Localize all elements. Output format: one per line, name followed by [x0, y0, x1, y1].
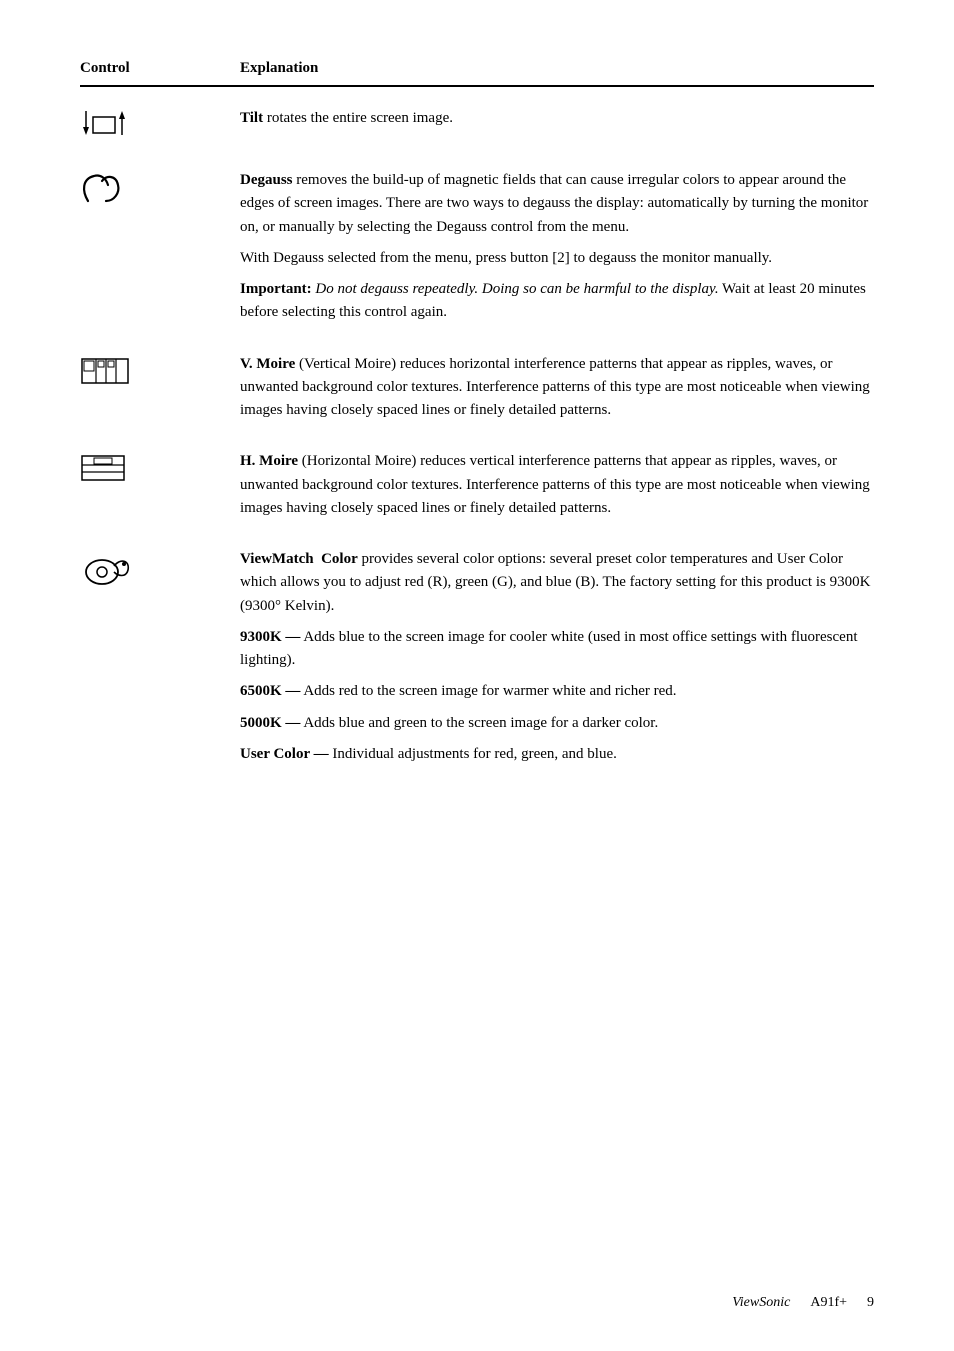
footer: ViewSonic A91f+ 9: [732, 1295, 874, 1311]
vmoire-text: V. Moire (Vertical Moire) reduces horizo…: [240, 353, 874, 423]
viewmatch-icon-cell: [80, 548, 240, 590]
header-explanation: Explanation: [240, 60, 318, 77]
table-header: Control Explanation: [80, 60, 874, 87]
degauss-text: Degauss removes the build-up of magnetic…: [240, 169, 874, 325]
vmoire-icon: [80, 355, 132, 387]
tilt-text: Tilt rotates the entire screen image.: [240, 107, 874, 130]
footer-brand: ViewSonic: [732, 1295, 790, 1311]
tilt-icon: [80, 109, 132, 141]
hmoire-icon: [80, 452, 126, 484]
hmoire-icon-cell: [80, 450, 240, 484]
row-hmoire: H. Moire (Horizontal Moire) reduces vert…: [80, 450, 874, 520]
row-vmoire: V. Moire (Vertical Moire) reduces horizo…: [80, 353, 874, 423]
hmoire-text: H. Moire (Horizontal Moire) reduces vert…: [240, 450, 874, 520]
footer-page: 9: [867, 1295, 874, 1311]
viewmatch-text: ViewMatch Color provides several color o…: [240, 548, 874, 766]
row-tilt: Tilt rotates the entire screen image.: [80, 107, 874, 141]
footer-model: A91f+: [810, 1295, 847, 1311]
degauss-icon-cell: [80, 169, 240, 209]
row-degauss: Degauss removes the build-up of magnetic…: [80, 169, 874, 325]
header-control: Control: [80, 60, 240, 77]
page: Control Explanation Tilt rotates the ent…: [0, 0, 954, 1351]
viewmatch-icon: [80, 550, 134, 590]
vmoire-icon-cell: [80, 353, 240, 387]
degauss-icon: [80, 171, 124, 209]
row-viewmatch: ViewMatch Color provides several color o…: [80, 548, 874, 766]
tilt-icon-cell: [80, 107, 240, 141]
